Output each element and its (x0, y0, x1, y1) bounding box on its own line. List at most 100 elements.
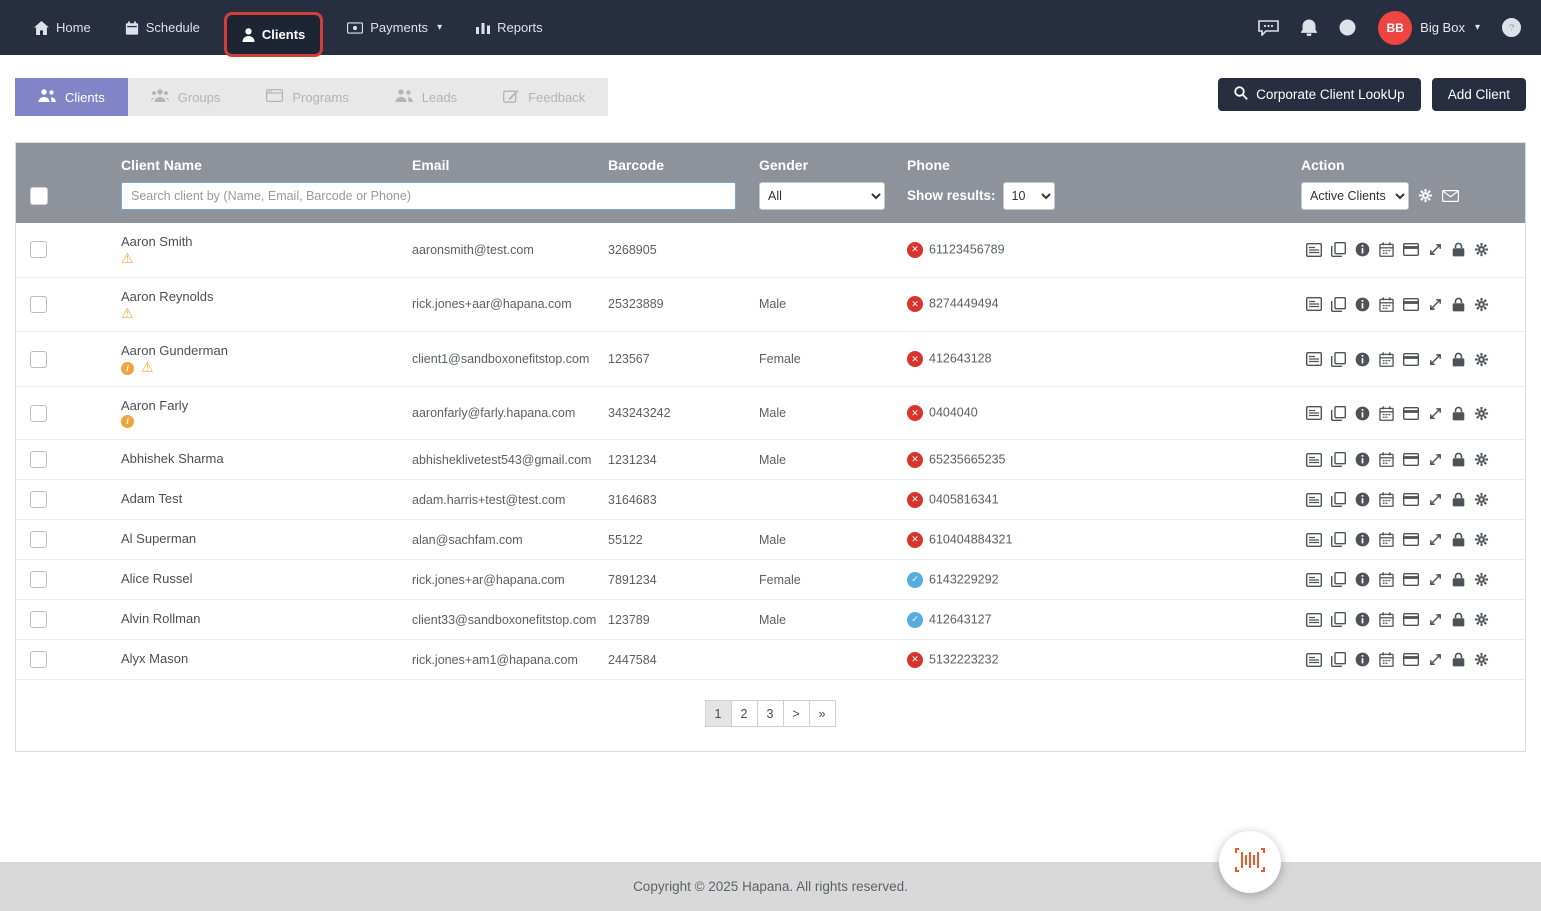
membership-card-icon[interactable] (1306, 243, 1322, 257)
payment-card-icon[interactable] (1403, 353, 1419, 366)
tab-feedback[interactable]: Feedback (480, 78, 608, 116)
nav-home[interactable]: Home (22, 11, 103, 44)
payment-card-icon[interactable] (1403, 573, 1419, 586)
info-icon[interactable] (1355, 297, 1370, 312)
email-icon[interactable] (1442, 190, 1459, 202)
payment-card-icon[interactable] (1403, 613, 1419, 626)
client-name[interactable]: Alyx Mason (121, 651, 412, 666)
client-name[interactable]: Alvin Rollman (121, 611, 412, 626)
documents-icon[interactable] (1331, 572, 1346, 587)
membership-card-icon[interactable] (1306, 297, 1322, 311)
lock-icon[interactable] (1452, 297, 1465, 312)
settings-icon[interactable] (1474, 572, 1489, 587)
measurements-icon[interactable] (1428, 352, 1443, 367)
pagination-button[interactable]: 1 (705, 700, 732, 727)
client-name[interactable]: Aaron Reynolds (121, 289, 412, 304)
client-name[interactable]: Aaron Smith (121, 234, 412, 249)
settings-icon[interactable] (1474, 297, 1489, 312)
show-results-select[interactable]: 10 (1003, 182, 1055, 210)
measurements-icon[interactable] (1428, 242, 1443, 257)
client-name[interactable]: Abhishek Sharma (121, 451, 412, 466)
settings-icon[interactable] (1474, 352, 1489, 367)
client-name[interactable]: Aaron Gunderman (121, 343, 412, 358)
row-checkbox[interactable] (30, 651, 47, 668)
membership-card-icon[interactable] (1306, 453, 1322, 467)
lock-icon[interactable] (1452, 406, 1465, 421)
info-icon[interactable] (1355, 612, 1370, 627)
membership-card-icon[interactable] (1306, 352, 1322, 366)
documents-icon[interactable] (1331, 612, 1346, 627)
corporate-client-lookup-button[interactable]: Corporate Client LookUp (1218, 78, 1421, 111)
payment-card-icon[interactable] (1403, 243, 1419, 256)
measurements-icon[interactable] (1428, 492, 1443, 507)
row-checkbox[interactable] (30, 351, 47, 368)
lock-icon[interactable] (1452, 352, 1465, 367)
membership-card-icon[interactable] (1306, 573, 1322, 587)
client-name[interactable]: Adam Test (121, 491, 412, 506)
client-name[interactable]: Aaron Farly (121, 398, 412, 413)
clock-icon[interactable] (1339, 19, 1356, 36)
lock-icon[interactable] (1452, 452, 1465, 467)
pagination-button[interactable]: » (809, 700, 836, 727)
tab-leads[interactable]: Leads (372, 78, 480, 116)
membership-card-icon[interactable] (1306, 533, 1322, 547)
settings-icon[interactable] (1474, 612, 1489, 627)
lock-icon[interactable] (1452, 652, 1465, 667)
row-checkbox[interactable] (30, 451, 47, 468)
schedule-icon[interactable] (1379, 532, 1394, 547)
documents-icon[interactable] (1331, 297, 1346, 312)
help-icon[interactable]: ? (1502, 18, 1521, 37)
barcode-scanner-button[interactable] (1219, 831, 1281, 893)
measurements-icon[interactable] (1428, 572, 1443, 587)
settings-icon[interactable] (1474, 532, 1489, 547)
settings-icon[interactable] (1474, 406, 1489, 421)
settings-icon[interactable] (1474, 652, 1489, 667)
row-checkbox[interactable] (30, 571, 47, 588)
payment-card-icon[interactable] (1403, 407, 1419, 420)
payment-card-icon[interactable] (1403, 653, 1419, 666)
client-status-select[interactable]: Active Clients (1301, 182, 1409, 210)
documents-icon[interactable] (1331, 406, 1346, 421)
tab-programs[interactable]: Programs (243, 78, 371, 116)
tab-groups[interactable]: Groups (128, 78, 244, 116)
nav-reports[interactable]: Reports (464, 11, 555, 44)
row-checkbox[interactable] (30, 611, 47, 628)
pagination-button[interactable]: 3 (757, 700, 784, 727)
payment-card-icon[interactable] (1403, 533, 1419, 546)
row-checkbox[interactable] (30, 296, 47, 313)
info-icon[interactable] (1355, 652, 1370, 667)
lock-icon[interactable] (1452, 572, 1465, 587)
add-client-button[interactable]: Add Client (1432, 78, 1526, 111)
nav-schedule[interactable]: Schedule (113, 11, 212, 44)
measurements-icon[interactable] (1428, 612, 1443, 627)
measurements-icon[interactable] (1428, 452, 1443, 467)
info-icon[interactable] (1355, 242, 1370, 257)
documents-icon[interactable] (1331, 242, 1346, 257)
info-icon[interactable] (1355, 406, 1370, 421)
schedule-icon[interactable] (1379, 452, 1394, 467)
lock-icon[interactable] (1452, 242, 1465, 257)
schedule-icon[interactable] (1379, 652, 1394, 667)
membership-card-icon[interactable] (1306, 493, 1322, 507)
info-icon[interactable] (1355, 492, 1370, 507)
row-checkbox[interactable] (30, 531, 47, 548)
info-icon[interactable] (1355, 452, 1370, 467)
payment-card-icon[interactable] (1403, 453, 1419, 466)
schedule-icon[interactable] (1379, 242, 1394, 257)
settings-icon[interactable] (1418, 188, 1433, 203)
lock-icon[interactable] (1452, 492, 1465, 507)
row-checkbox[interactable] (30, 241, 47, 258)
account-menu[interactable]: BB Big Box ▾ (1378, 11, 1480, 45)
tab-clients[interactable]: Clients (15, 78, 128, 116)
measurements-icon[interactable] (1428, 532, 1443, 547)
client-name[interactable]: Alice Russel (121, 571, 412, 586)
settings-icon[interactable] (1474, 242, 1489, 257)
schedule-icon[interactable] (1379, 572, 1394, 587)
documents-icon[interactable] (1331, 532, 1346, 547)
documents-icon[interactable] (1331, 652, 1346, 667)
settings-icon[interactable] (1474, 492, 1489, 507)
row-checkbox[interactable] (30, 405, 47, 422)
payment-card-icon[interactable] (1403, 493, 1419, 506)
membership-card-icon[interactable] (1306, 613, 1322, 627)
bell-icon[interactable] (1301, 19, 1317, 36)
